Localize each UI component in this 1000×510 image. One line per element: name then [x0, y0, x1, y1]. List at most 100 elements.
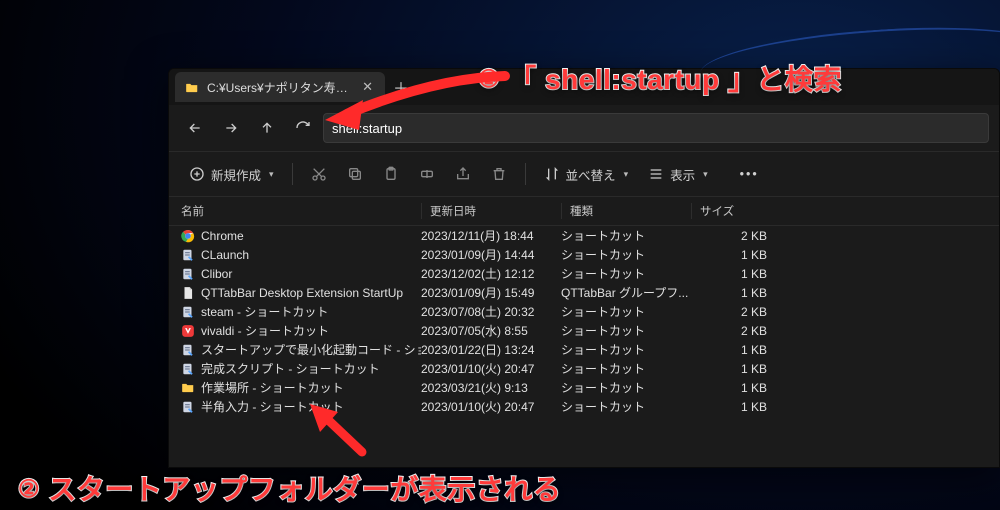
file-icon [181, 229, 195, 243]
separator [525, 163, 526, 185]
address-bar[interactable] [323, 113, 989, 143]
file-date: 2023/12/11(月) 18:44 [421, 227, 561, 244]
table-row[interactable]: vivaldi - ショートカット 2023/07/05(水) 8:55ショートカ… [169, 321, 999, 340]
file-size: 2 KB [691, 324, 771, 338]
table-row[interactable]: スタートアップで最小化起動コード - ショートカット2023/01/22(日) … [169, 340, 999, 359]
table-row[interactable]: steam - ショートカット 2023/07/08(土) 20:32ショートカッ… [169, 302, 999, 321]
file-name: CLaunch [201, 248, 249, 262]
annotation-2-number: ② [18, 475, 40, 504]
paste-button[interactable] [375, 158, 407, 190]
address-input[interactable] [332, 121, 980, 136]
file-name: スタートアップで最小化起動コード - ショートカット [201, 341, 421, 358]
close-tab-button[interactable]: ✕ [358, 77, 377, 97]
folder-icon [185, 81, 199, 93]
annotation-2: ② スタートアップフォルダーが表示される [18, 468, 561, 508]
forward-button[interactable] [215, 112, 247, 144]
file-icon [181, 305, 195, 319]
tab-active[interactable]: C:¥Users¥ナポリタン寿司¥AppD: ✕ [175, 72, 385, 102]
up-button[interactable] [251, 112, 283, 144]
file-size: 1 KB [691, 248, 771, 262]
file-icon [181, 381, 195, 395]
view-button-label: 表示 [670, 165, 695, 184]
new-button-label: 新規作成 [211, 165, 261, 184]
view-button[interactable]: 表示 ▾ [640, 158, 716, 190]
copy-button[interactable] [339, 158, 371, 190]
file-date: 2023/01/09(月) 15:49 [421, 284, 561, 301]
file-date: 2023/01/10(火) 20:47 [421, 398, 561, 415]
file-explorer-window: C:¥Users¥ナポリタン寿司¥AppD: ✕ ＋ 新規作成 ▾ [168, 68, 1000, 468]
col-name[interactable]: 名前 [181, 203, 421, 219]
file-size: 1 KB [691, 381, 771, 395]
file-icon [181, 286, 195, 300]
file-name: 作業場所 - ショートカット [201, 379, 344, 396]
refresh-button[interactable] [287, 112, 319, 144]
file-type: ショートカット [561, 379, 691, 396]
rename-button[interactable] [411, 158, 443, 190]
file-list: 名前 更新日時 種類 サイズ Chrome 2023/12/11(月) 18:44… [169, 197, 999, 467]
annotation-2-text: スタートアップフォルダーが表示される [48, 474, 561, 505]
file-name: 半角入力 - ショートカット [201, 398, 344, 415]
file-icon [181, 324, 195, 338]
col-size[interactable]: サイズ [691, 203, 771, 219]
file-name: Chrome [201, 229, 244, 243]
file-type: ショートカット [561, 398, 691, 415]
file-icon [181, 343, 195, 357]
table-row[interactable]: 半角入力 - ショートカット 2023/01/10(火) 20:47ショートカット… [169, 397, 999, 416]
annotation-1-number: ① [478, 65, 500, 94]
file-icon [181, 248, 195, 262]
file-name: steam - ショートカット [201, 303, 328, 320]
file-type: ショートカット [561, 322, 691, 339]
file-icon [181, 267, 195, 281]
table-row[interactable]: CLaunch 2023/01/09(月) 14:44ショートカット1 KB [169, 245, 999, 264]
file-date: 2023/01/10(火) 20:47 [421, 360, 561, 377]
file-size: 1 KB [691, 343, 771, 357]
file-type: ショートカット [561, 246, 691, 263]
table-row[interactable]: 完成スクリプト - ショートカット 2023/01/10(火) 20:47ショート… [169, 359, 999, 378]
chevron-down-icon: ▾ [703, 169, 708, 180]
back-button[interactable] [179, 112, 211, 144]
file-date: 2023/03/21(火) 9:13 [421, 379, 561, 396]
file-name: 完成スクリプト - ショートカット [201, 360, 380, 377]
file-date: 2023/01/22(日) 13:24 [421, 341, 561, 358]
col-date[interactable]: 更新日時 [421, 203, 561, 219]
more-button[interactable]: ••• [732, 158, 767, 190]
annotation-1-text: 「 shell:startup 」と検索 [508, 64, 842, 95]
sort-button[interactable]: 並べ替え ▾ [536, 158, 637, 190]
file-size: 1 KB [691, 267, 771, 281]
sort-button-label: 並べ替え [566, 165, 616, 184]
delete-button[interactable] [483, 158, 515, 190]
file-type: ショートカット [561, 341, 691, 358]
new-tab-button[interactable]: ＋ [387, 73, 415, 101]
file-date: 2023/01/09(月) 14:44 [421, 246, 561, 263]
chevron-down-icon: ▾ [269, 169, 274, 180]
file-size: 2 KB [691, 305, 771, 319]
file-size: 1 KB [691, 362, 771, 376]
chevron-down-icon: ▾ [624, 169, 629, 180]
column-headers: 名前 更新日時 種類 サイズ [169, 197, 999, 226]
nav-bar [169, 105, 999, 151]
file-size: 1 KB [691, 400, 771, 414]
file-name: QTTabBar Desktop Extension StartUp [201, 286, 403, 300]
file-type: ショートカット [561, 265, 691, 282]
annotation-1: ① 「 shell:startup 」と検索 [478, 58, 842, 98]
more-icon: ••• [740, 167, 759, 181]
new-button[interactable]: 新規作成 ▾ [181, 158, 282, 190]
file-icon [181, 400, 195, 414]
command-toolbar: 新規作成 ▾ 並べ替え ▾ 表示 ▾ [169, 151, 999, 197]
file-type: ショートカット [561, 303, 691, 320]
file-type: ショートカット [561, 360, 691, 377]
file-type: ショートカット [561, 227, 691, 244]
file-date: 2023/07/05(水) 8:55 [421, 322, 561, 339]
file-date: 2023/07/08(土) 20:32 [421, 303, 561, 320]
file-size: 1 KB [691, 286, 771, 300]
file-size: 2 KB [691, 229, 771, 243]
share-button[interactable] [447, 158, 479, 190]
table-row[interactable]: 作業場所 - ショートカット 2023/03/21(火) 9:13ショートカット1… [169, 378, 999, 397]
table-row[interactable]: QTTabBar Desktop Extension StartUp 2023/0… [169, 283, 999, 302]
col-type[interactable]: 種類 [561, 203, 691, 219]
cut-button[interactable] [303, 158, 335, 190]
table-row[interactable]: Chrome 2023/12/11(月) 18:44ショートカット2 KB [169, 226, 999, 245]
table-row[interactable]: Clibor2023/12/02(土) 12:12ショートカット1 KB [169, 264, 999, 283]
file-name: vivaldi - ショートカット [201, 322, 329, 339]
tab-title: C:¥Users¥ナポリタン寿司¥AppD: [207, 79, 350, 96]
